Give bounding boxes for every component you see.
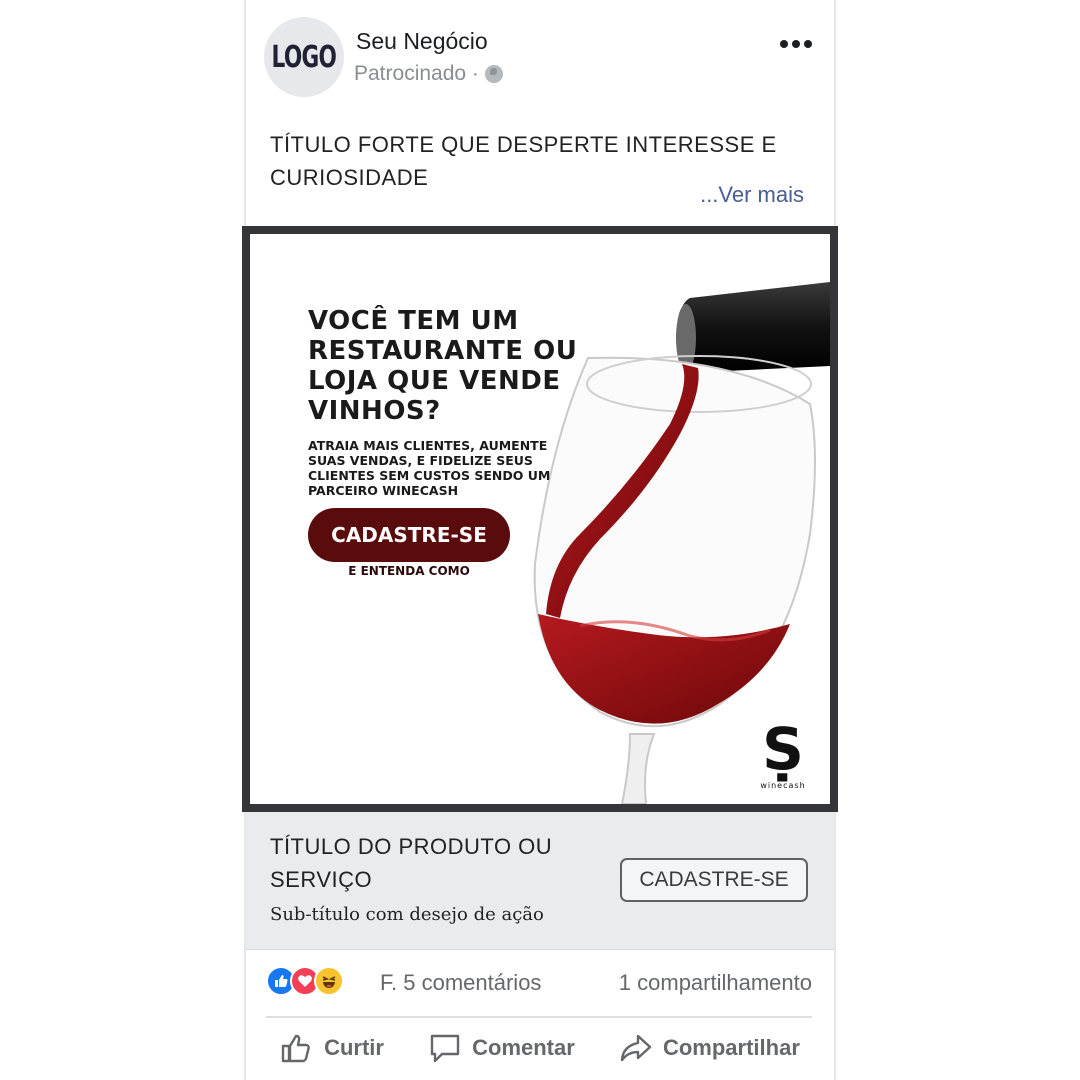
comments-label: 5 comentários (403, 970, 542, 995)
brand-name: winecash (760, 781, 806, 790)
page-avatar[interactable]: LOGO (264, 17, 344, 97)
post-actions: Curtir Comentar Compartilhar (246, 1026, 834, 1070)
ad-headline: VOCÊ TEM UM RESTAURANTE OU LOJA QUE VEND… (308, 306, 578, 426)
business-name[interactable]: Seu Negócio (356, 28, 488, 55)
more-options-icon[interactable] (780, 40, 812, 48)
comments-count[interactable]: F. 5 comentários (380, 970, 541, 996)
share-label: Compartilhar (662, 1035, 800, 1060)
divider (266, 1016, 812, 1018)
comment-icon (430, 1034, 460, 1063)
ad-body-copy: ATRAIA MAIS CLIENTES, AUMENTE SUAS VENDA… (308, 438, 551, 498)
shares-count[interactable]: 1 compartilhamento (619, 970, 812, 996)
see-more-link[interactable]: ...Ver mais (700, 182, 804, 208)
thumbs-up-icon (281, 1034, 310, 1063)
sponsored-row: Patrocinado · (354, 62, 503, 86)
link-cta-button[interactable]: CADASTRE-SE (620, 858, 808, 902)
winecash-logo: Ṣ winecash (760, 717, 806, 790)
reaction-count: F. (380, 970, 398, 995)
wine-glass-stem (620, 733, 656, 804)
sponsored-label: Patrocinado · (354, 62, 479, 85)
share-button[interactable]: Compartilhar (619, 1026, 800, 1070)
haha-icon (314, 966, 344, 996)
like-label: Curtir (324, 1035, 384, 1060)
comment-label: Comentar (472, 1035, 575, 1060)
share-icon (620, 1034, 652, 1062)
reactions-summary[interactable] (266, 966, 344, 996)
ad-creative[interactable]: VOCÊ TEM UM RESTAURANTE OU LOJA QUE VEND… (242, 226, 838, 812)
ad-post-card: LOGO Seu Negócio Patrocinado · TÍTULO FO… (242, 0, 838, 1080)
brand-symbol: Ṣ (762, 715, 804, 783)
ad-cta-button[interactable]: CADASTRE-SE (308, 508, 510, 562)
comment-button[interactable]: Comentar (428, 1026, 575, 1070)
link-subtitle: Sub-título com desejo de ação (270, 904, 544, 925)
ad-creative-canvas: VOCÊ TEM UM RESTAURANTE OU LOJA QUE VEND… (250, 234, 830, 804)
ad-cta-note: E ENTENDA COMO (348, 564, 470, 578)
globe-icon (484, 65, 503, 83)
link-preview[interactable]: TÍTULO DO PRODUTO OU SERVIÇO Sub-título … (246, 812, 834, 950)
logo-text: LOGO (271, 39, 337, 75)
link-title: TÍTULO DO PRODUTO OU SERVIÇO (270, 834, 553, 892)
like-button[interactable]: Curtir (280, 1026, 384, 1070)
